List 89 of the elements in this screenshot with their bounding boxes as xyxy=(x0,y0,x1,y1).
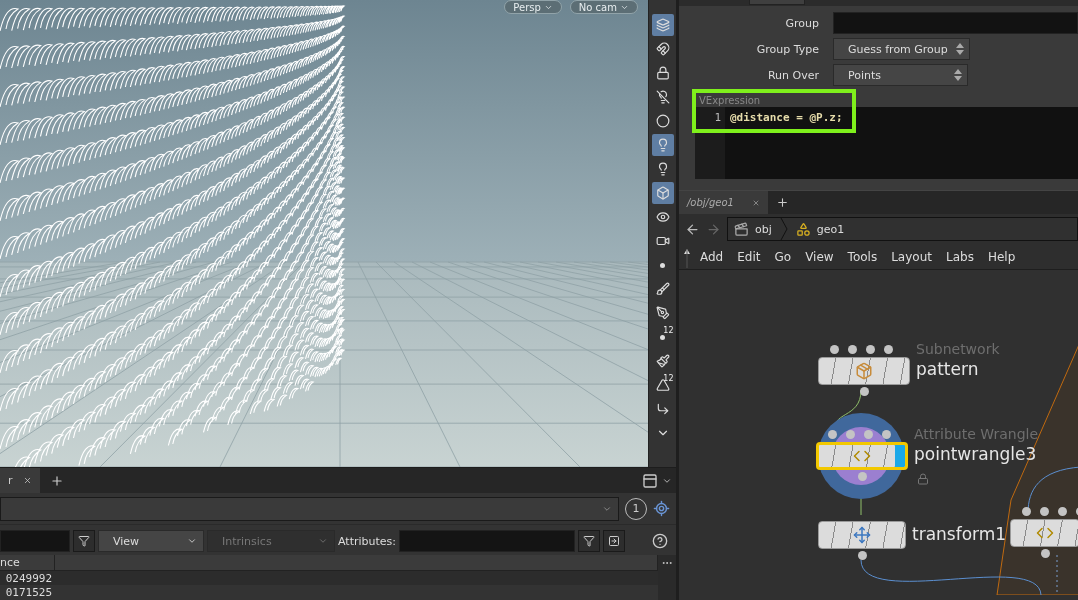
help-icon[interactable] xyxy=(652,533,668,549)
pane-tab[interactable]: r xyxy=(0,468,40,493)
forward-icon[interactable] xyxy=(706,221,721,237)
close-icon[interactable] xyxy=(22,476,32,485)
attributes-label: Attributes: xyxy=(338,534,396,548)
parameter-label: Group xyxy=(784,16,819,30)
table-cell-text: 0249992 xyxy=(4,570,53,586)
menu-item[interactable]: Tools xyxy=(842,249,883,264)
node-name-label[interactable]: pointwrangle3 xyxy=(914,444,1037,464)
add-tab-icon[interactable] xyxy=(49,473,64,488)
vexpression-label: VExpression xyxy=(698,95,762,107)
network-tab[interactable]: /obj/geo1 xyxy=(679,191,768,214)
parameter-label: Run Over xyxy=(766,68,819,82)
view-menu[interactable]: View xyxy=(98,530,204,552)
target-icon[interactable] xyxy=(653,500,670,517)
toolbar-button[interactable] xyxy=(651,14,674,36)
filter-field[interactable] xyxy=(0,530,70,552)
layers-icon xyxy=(655,18,670,32)
filter-icon xyxy=(78,535,90,547)
menu-item[interactable]: Labs xyxy=(940,249,979,264)
attributes-field[interactable] xyxy=(399,530,575,552)
node-tile[interactable] xyxy=(1010,519,1078,547)
arrow-square-icon xyxy=(608,535,620,547)
pen-icon xyxy=(655,306,670,320)
camera-menu[interactable]: Persp xyxy=(504,0,562,14)
tab-label: r xyxy=(8,474,13,487)
column-header[interactable]: nce xyxy=(0,555,55,570)
lock-icon[interactable] xyxy=(917,473,929,485)
code-editor[interactable]: 1 @distance = @P.z; xyxy=(695,107,1078,179)
package-icon xyxy=(855,362,873,380)
output-connector[interactable] xyxy=(858,551,867,560)
close-icon[interactable] xyxy=(751,198,760,207)
paintbrush-icon xyxy=(655,354,670,368)
parameter-menu[interactable]: Guess from Group xyxy=(833,38,970,60)
back-icon[interactable] xyxy=(685,221,700,237)
menu-item[interactable]: Add xyxy=(695,249,729,264)
node-name-label[interactable]: pattern xyxy=(916,359,979,379)
tab-label: /obj/geo1 xyxy=(687,197,734,208)
export-button[interactable] xyxy=(603,530,625,552)
caret-icon xyxy=(318,536,328,546)
path-crumb[interactable]: obj xyxy=(732,221,774,237)
dot-icon xyxy=(660,334,665,340)
toolbar-button[interactable]: 12 xyxy=(651,374,674,396)
dot-icon xyxy=(660,262,665,268)
corner-arrow-icon xyxy=(655,402,670,416)
lock-icon xyxy=(655,66,670,80)
caret-icon xyxy=(187,536,197,546)
up-down-icon xyxy=(953,68,963,82)
toolbar-button[interactable] xyxy=(651,182,674,204)
node-tile[interactable] xyxy=(818,521,906,549)
shapes-icon xyxy=(795,221,811,237)
menu-item[interactable]: Go xyxy=(769,249,797,264)
filter-button[interactable] xyxy=(73,530,95,552)
toolbar-button[interactable] xyxy=(651,134,674,156)
cube-icon xyxy=(655,186,670,200)
video-camera-icon xyxy=(655,234,670,248)
clapperboard-icon xyxy=(734,221,749,237)
wire xyxy=(1056,554,1058,595)
magnet-icon xyxy=(655,42,670,56)
brush-icon xyxy=(655,282,670,296)
camera-menu[interactable]: No cam xyxy=(569,0,638,14)
menu-item[interactable]: Layout xyxy=(886,249,937,264)
path-crumb[interactable]: geo1 xyxy=(793,221,847,237)
code-line: @distance = @P.z; xyxy=(730,111,844,126)
circle-icon xyxy=(655,114,670,128)
pane-layout-icon[interactable] xyxy=(642,472,658,489)
menu-item[interactable]: View xyxy=(800,249,839,264)
add-tab-icon[interactable] xyxy=(775,196,789,209)
filter-icon xyxy=(583,535,595,547)
move-icon xyxy=(853,526,871,544)
up-down-icon xyxy=(955,42,965,56)
filter-button[interactable] xyxy=(578,530,600,552)
node-type-label: Attribute Wrangle xyxy=(914,426,1039,442)
parameter-menu[interactable]: Points xyxy=(833,64,968,86)
parameter-label: Group Type xyxy=(755,42,819,56)
lightbulb-off-icon xyxy=(655,90,670,104)
table-cell-text: 0171525 xyxy=(4,585,53,600)
node-name-label[interactable]: transform1 xyxy=(912,524,1007,544)
node-path-menu[interactable] xyxy=(0,496,619,521)
node-tile[interactable] xyxy=(818,357,910,385)
line-number: 1 xyxy=(714,111,721,126)
menu-item[interactable]: Edit xyxy=(732,249,766,264)
output-connector[interactable] xyxy=(860,387,869,396)
toolbar-button[interactable]: 12 xyxy=(651,326,674,348)
output-connector[interactable] xyxy=(1041,549,1050,558)
node-type-label: Subnetwork xyxy=(916,341,1000,357)
menu-item[interactable]: Help xyxy=(982,249,1021,264)
group-field[interactable] xyxy=(833,12,1078,34)
eye-icon xyxy=(655,210,670,224)
